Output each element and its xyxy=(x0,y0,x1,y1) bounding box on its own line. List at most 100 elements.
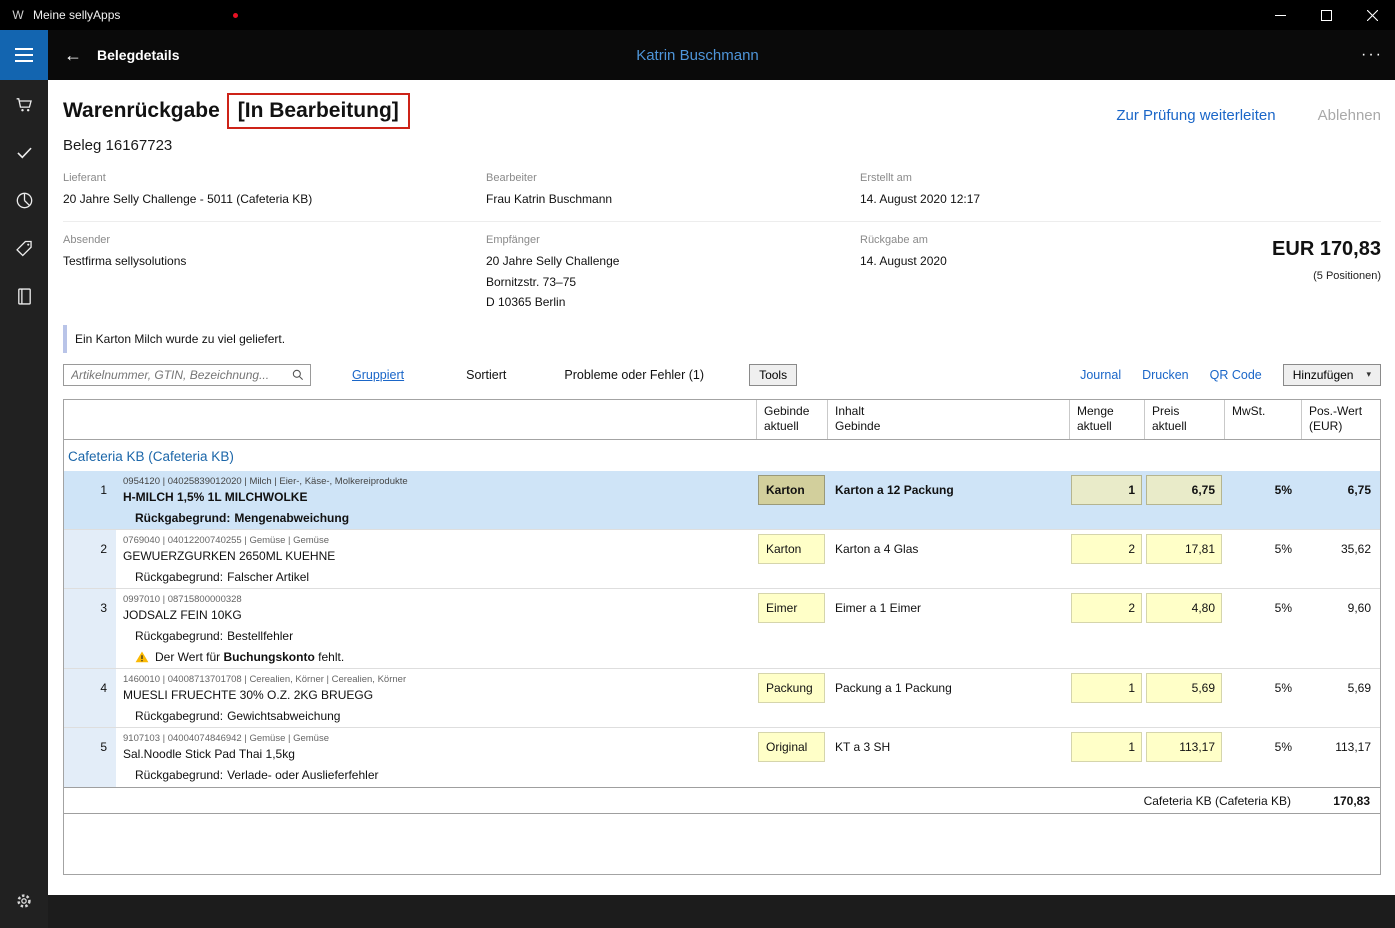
table-row[interactable]: 2 0769040 | 04012200740255 | Gemüse | Ge… xyxy=(64,530,1380,568)
forward-for-review-button[interactable]: Zur Prüfung weiterleiten xyxy=(1116,107,1275,124)
journal-link[interactable]: Journal xyxy=(1080,368,1121,382)
article-meta: 0954120 | 04025839012020 | Milch | Eier-… xyxy=(123,476,756,487)
document-title: Warenrückgabe [In Bearbeitung] xyxy=(63,93,410,129)
hinzufuegen-button[interactable]: Hinzufügen ▾ xyxy=(1283,364,1381,386)
return-reason-row: Rückgabegrund: Falscher Artikel xyxy=(64,568,1380,589)
return-reason-label: Rückgabegrund: xyxy=(135,629,223,643)
gebinde-cell[interactable]: Eimer xyxy=(758,593,825,623)
column-header-poswert[interactable]: Pos.-Wert(EUR) xyxy=(1301,400,1380,439)
warning-icon xyxy=(135,650,149,664)
gebinde-cell[interactable]: Original xyxy=(758,732,825,762)
mwst-cell: 5% xyxy=(1224,589,1301,627)
gebinde-cell[interactable]: Karton xyxy=(758,534,825,564)
drucken-link[interactable]: Drucken xyxy=(1142,368,1189,382)
table-row[interactable]: 4 1460010 | 04008713701708 | Cerealien, … xyxy=(64,669,1380,707)
mwst-cell: 5% xyxy=(1224,669,1301,707)
close-button[interactable] xyxy=(1349,0,1395,30)
field-label: Rückgabe am xyxy=(860,234,1160,246)
bottom-strip xyxy=(48,895,1395,928)
article-meta: 9107103 | 04004074846942 | Gemüse | Gemü… xyxy=(123,733,756,744)
sidebar-item-offers[interactable] xyxy=(0,224,48,272)
article-name: MUESLI FRUECHTE 30% O.Z. 2KG BRUEGG xyxy=(123,688,756,702)
maximize-icon xyxy=(1321,10,1332,21)
field-bearbeiter: Bearbeiter Frau Katrin Buschmann xyxy=(486,172,860,209)
field-value: Frau Katrin Buschmann xyxy=(486,189,860,209)
filter-probleme[interactable]: Probleme oder Fehler (1) xyxy=(564,368,704,382)
poswert-cell: 113,17 xyxy=(1301,728,1380,766)
positions-table: Gebindeaktuell InhaltGebinde Mengeaktuel… xyxy=(63,399,1381,875)
menge-cell[interactable]: 2 xyxy=(1071,593,1142,623)
inhalt-cell: Karton a 12 Packung xyxy=(827,471,1069,509)
preis-cell[interactable]: 5,69 xyxy=(1146,673,1222,703)
column-header-preis[interactable]: Preisaktuell xyxy=(1144,400,1224,439)
column-header-menge[interactable]: Mengeaktuell xyxy=(1069,400,1144,439)
gear-icon xyxy=(14,891,34,911)
search-icon[interactable] xyxy=(291,368,305,382)
inhalt-cell: Eimer a 1 Eimer xyxy=(827,589,1069,627)
filter-sortiert[interactable]: Sortiert xyxy=(466,368,506,382)
field-value: 14. August 2020 xyxy=(860,251,1160,271)
table-row[interactable]: 5 9107103 | 04004074846942 | Gemüse | Ge… xyxy=(64,728,1380,766)
gebinde-cell[interactable]: Packung xyxy=(758,673,825,703)
return-reason-value: Falscher Artikel xyxy=(227,570,309,584)
close-icon xyxy=(1367,10,1378,21)
poswert-cell: 35,62 xyxy=(1301,530,1380,568)
menu-button[interactable] xyxy=(0,30,48,80)
sidebar-item-cart[interactable] xyxy=(0,80,48,128)
article-name: Sal.Noodle Stick Pad Thai 1,5kg xyxy=(123,747,756,761)
document-note: Ein Karton Milch wurde zu viel geliefert… xyxy=(63,325,1381,353)
footer-total: 170,83 xyxy=(1301,788,1380,813)
reject-button[interactable]: Ablehnen xyxy=(1318,107,1381,124)
column-header-gebinde[interactable]: Gebindeaktuell xyxy=(756,400,827,439)
preis-cell[interactable]: 17,81 xyxy=(1146,534,1222,564)
field-lieferant: Lieferant 20 Jahre Selly Challenge - 501… xyxy=(63,172,486,209)
user-name[interactable]: Katrin Buschmann xyxy=(636,47,759,64)
qr-code-link[interactable]: QR Code xyxy=(1210,368,1262,382)
toolbar: Gruppiert Sortiert Probleme oder Fehler … xyxy=(63,364,1381,386)
sidebar-item-settings[interactable] xyxy=(0,877,48,925)
back-button[interactable]: ← xyxy=(60,45,86,66)
status-badge: [In Bearbeitung] xyxy=(227,93,410,129)
table-row[interactable]: 3 0997010 | 08715800000328 JODSALZ FEIN … xyxy=(64,589,1380,627)
sidebar-item-statistics[interactable] xyxy=(0,176,48,224)
column-header-inhalt[interactable]: InhaltGebinde xyxy=(827,400,1069,439)
menge-cell[interactable]: 2 xyxy=(1071,534,1142,564)
filter-gruppiert[interactable]: Gruppiert xyxy=(352,368,404,382)
total-amount: EUR 170,83 xyxy=(1160,238,1381,261)
dropdown-chevron-icon: ▾ xyxy=(1366,369,1371,380)
column-header-mwst[interactable]: MwSt. xyxy=(1224,400,1301,439)
menge-cell[interactable]: 1 xyxy=(1071,475,1142,505)
warning-text: Der Wert für Buchungskonto fehlt. xyxy=(155,650,344,664)
sidebar-item-tasks[interactable] xyxy=(0,128,48,176)
gebinde-cell[interactable]: Karton xyxy=(758,475,825,505)
return-reason-label: Rückgabegrund: xyxy=(135,511,230,525)
menge-cell[interactable]: 1 xyxy=(1071,732,1142,762)
field-label: Empfänger xyxy=(486,234,860,246)
search-input[interactable] xyxy=(71,368,291,382)
return-reason-row: Rückgabegrund: Bestellfehler xyxy=(64,627,1380,648)
preis-cell[interactable]: 113,17 xyxy=(1146,732,1222,762)
row-number: 3 xyxy=(64,589,116,627)
notification-dot xyxy=(233,13,238,18)
maximize-button[interactable] xyxy=(1303,0,1349,30)
appbar: ← Belegdetails Katrin Buschmann ··· xyxy=(0,30,1395,80)
cart-icon xyxy=(14,94,35,115)
preis-cell[interactable]: 6,75 xyxy=(1146,475,1222,505)
table-row[interactable]: 1 0954120 | 04025839012020 | Milch | Eie… xyxy=(64,471,1380,509)
menge-cell[interactable]: 1 xyxy=(1071,673,1142,703)
row-number: 2 xyxy=(64,530,116,568)
minimize-button[interactable] xyxy=(1257,0,1303,30)
article-cell: 1460010 | 04008713701708 | Cerealien, Kö… xyxy=(116,669,756,707)
row-number: 4 xyxy=(64,669,116,707)
more-button[interactable]: ··· xyxy=(1361,46,1383,64)
preis-cell[interactable]: 4,80 xyxy=(1146,593,1222,623)
back-icon: ← xyxy=(64,45,82,65)
positions-count: (5 Positionen) xyxy=(1160,270,1381,282)
tools-button[interactable]: Tools xyxy=(749,364,797,386)
field-label: Absender xyxy=(63,234,486,246)
field-value: 14. August 2020 12:17 xyxy=(860,189,1160,209)
poswert-cell: 5,69 xyxy=(1301,669,1380,707)
field-rueckgabe-am: Rückgabe am 14. August 2020 xyxy=(860,234,1160,312)
sidebar-item-catalog[interactable] xyxy=(0,272,48,320)
field-value: Testfirma sellysolutions xyxy=(63,251,486,271)
